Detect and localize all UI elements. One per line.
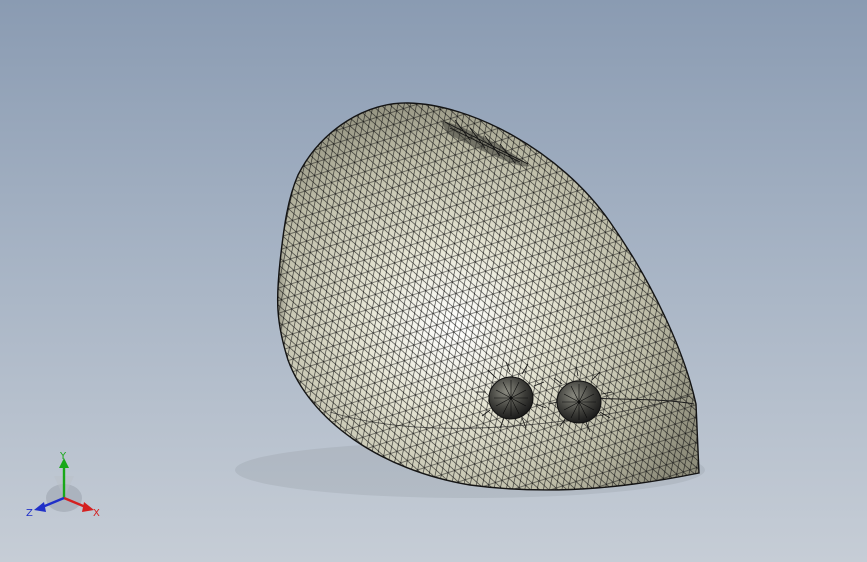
mesh-model-view[interactable] [0,0,867,562]
graphics-viewport[interactable]: Y X Z [0,0,867,562]
y-axis-label: Y [59,451,67,462]
z-axis-label: Z [26,508,33,519]
orientation-triad[interactable]: Y X Z [22,446,108,526]
x-axis-label: X [93,508,100,519]
